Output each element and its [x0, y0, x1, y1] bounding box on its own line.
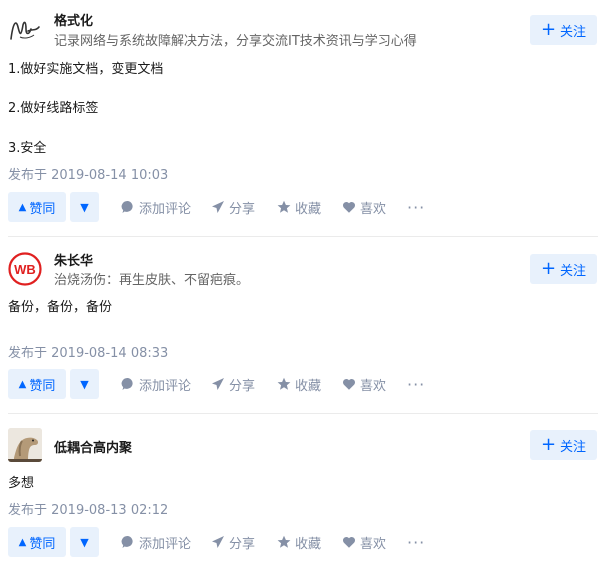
collect-button[interactable]: 收藏 [277, 369, 321, 399]
follow-label: 关注 [560, 263, 587, 279]
follow-label: 关注 [560, 439, 587, 455]
like-label: 喜欢 [360, 536, 387, 552]
star-icon [277, 377, 291, 390]
action-bar: ▲ 赞同 ▼ 添加评论 分享 收藏 喜欢 ··· [0, 192, 610, 224]
like-button[interactable]: 喜欢 [342, 192, 386, 222]
avatar-text: WB [14, 262, 36, 277]
collect-button[interactable]: 收藏 [277, 527, 321, 557]
upvote-button[interactable]: ▲ 赞同 [8, 527, 66, 557]
share-plane-icon [212, 536, 224, 548]
author-bio: 记录网络与系统故障解决方法，分享交流IT技术资讯与学习心得 [54, 34, 417, 49]
star-icon [277, 200, 291, 213]
more-ellipsis-icon[interactable]: ··· [407, 527, 425, 557]
author-name[interactable]: 低耦合高内聚 [54, 437, 132, 456]
comment-bubble-icon [121, 535, 133, 548]
author-bio: 治烧汤伤：再生皮肤、不留疤痕。 [54, 273, 250, 288]
share-label: 分享 [229, 536, 256, 552]
like-button[interactable]: 喜欢 [342, 527, 386, 557]
star-icon [277, 535, 291, 548]
heart-icon [342, 201, 356, 213]
downvote-triangle-icon: ▼ [80, 535, 89, 549]
plus-icon: + [540, 258, 557, 279]
answer-content-line: 2.做好线路标签 [8, 101, 99, 116]
downvote-button[interactable]: ▼ [70, 369, 99, 399]
avatar[interactable]: WB [8, 252, 42, 286]
more-ellipsis-icon[interactable]: ··· [407, 369, 425, 399]
follow-label: 关注 [560, 24, 587, 40]
comment-label: 添加评论 [139, 378, 192, 394]
collect-label: 收藏 [295, 378, 322, 394]
comment-bubble-icon [121, 200, 133, 213]
share-label: 分享 [229, 378, 256, 394]
author-name[interactable]: 朱长华 [54, 250, 93, 269]
answer-content-line: 1.做好实施文档，变更文档 [8, 62, 164, 77]
upvote-label: 赞同 [29, 378, 56, 394]
answer-content-line: 3.安全 [8, 141, 47, 156]
plus-icon: + [540, 434, 557, 455]
downvote-triangle-icon: ▼ [80, 200, 89, 214]
post-time[interactable]: 发布于 2019-08-14 08:33 [8, 342, 168, 361]
upvote-triangle-icon: ▲ [18, 536, 27, 548]
comment-button[interactable]: 添加评论 [121, 527, 191, 557]
comment-label: 添加评论 [139, 201, 192, 217]
heart-icon [342, 536, 356, 548]
upvote-button[interactable]: ▲ 赞同 [8, 369, 66, 399]
collect-label: 收藏 [295, 201, 322, 217]
like-label: 喜欢 [360, 378, 387, 394]
action-bar: ▲ 赞同 ▼ 添加评论 分享 收藏 喜欢 ··· [0, 527, 610, 559]
like-button[interactable]: 喜欢 [342, 369, 386, 399]
comment-button[interactable]: 添加评论 [121, 369, 191, 399]
share-label: 分享 [229, 201, 256, 217]
avatar[interactable] [8, 13, 42, 47]
upvote-triangle-icon: ▲ [18, 378, 27, 390]
share-plane-icon [212, 378, 224, 390]
follow-button[interactable]: + 关注 [530, 254, 597, 284]
like-label: 喜欢 [360, 201, 387, 217]
share-button[interactable]: 分享 [211, 527, 255, 557]
answer-content-line: 多想 [8, 476, 35, 491]
share-button[interactable]: 分享 [211, 192, 255, 222]
comment-button[interactable]: 添加评论 [121, 192, 191, 222]
follow-button[interactable]: + 关注 [530, 15, 597, 45]
action-bar: ▲ 赞同 ▼ 添加评论 分享 收藏 喜欢 ··· [0, 369, 610, 401]
collect-button[interactable]: 收藏 [277, 192, 321, 222]
share-button[interactable]: 分享 [211, 369, 255, 399]
divider [8, 413, 598, 414]
downvote-button[interactable]: ▼ [70, 527, 99, 557]
answer-content-line: 备份，备份，备份 [8, 300, 113, 315]
comment-label: 添加评论 [139, 536, 192, 552]
author-name[interactable]: 格式化 [54, 10, 93, 29]
share-plane-icon [212, 201, 224, 213]
upvote-button[interactable]: ▲ 赞同 [8, 192, 66, 222]
upvote-label: 赞同 [29, 536, 56, 552]
post-time[interactable]: 发布于 2019-08-13 02:12 [8, 499, 168, 518]
divider [8, 236, 598, 237]
follow-button[interactable]: + 关注 [530, 430, 597, 460]
dog-photo-icon [8, 428, 42, 462]
wb-logo-icon: WB [8, 252, 42, 286]
upvote-label: 赞同 [29, 201, 56, 217]
upvote-triangle-icon: ▲ [18, 201, 27, 213]
downvote-triangle-icon: ▼ [80, 377, 89, 391]
more-ellipsis-icon[interactable]: ··· [407, 192, 425, 222]
comment-bubble-icon [121, 377, 133, 390]
avatar[interactable] [8, 428, 42, 462]
signature-logo-icon [8, 13, 42, 47]
collect-label: 收藏 [295, 536, 322, 552]
heart-icon [342, 378, 356, 390]
downvote-button[interactable]: ▼ [70, 192, 99, 222]
plus-icon: + [540, 19, 557, 40]
post-time[interactable]: 发布于 2019-08-14 10:03 [8, 164, 168, 183]
